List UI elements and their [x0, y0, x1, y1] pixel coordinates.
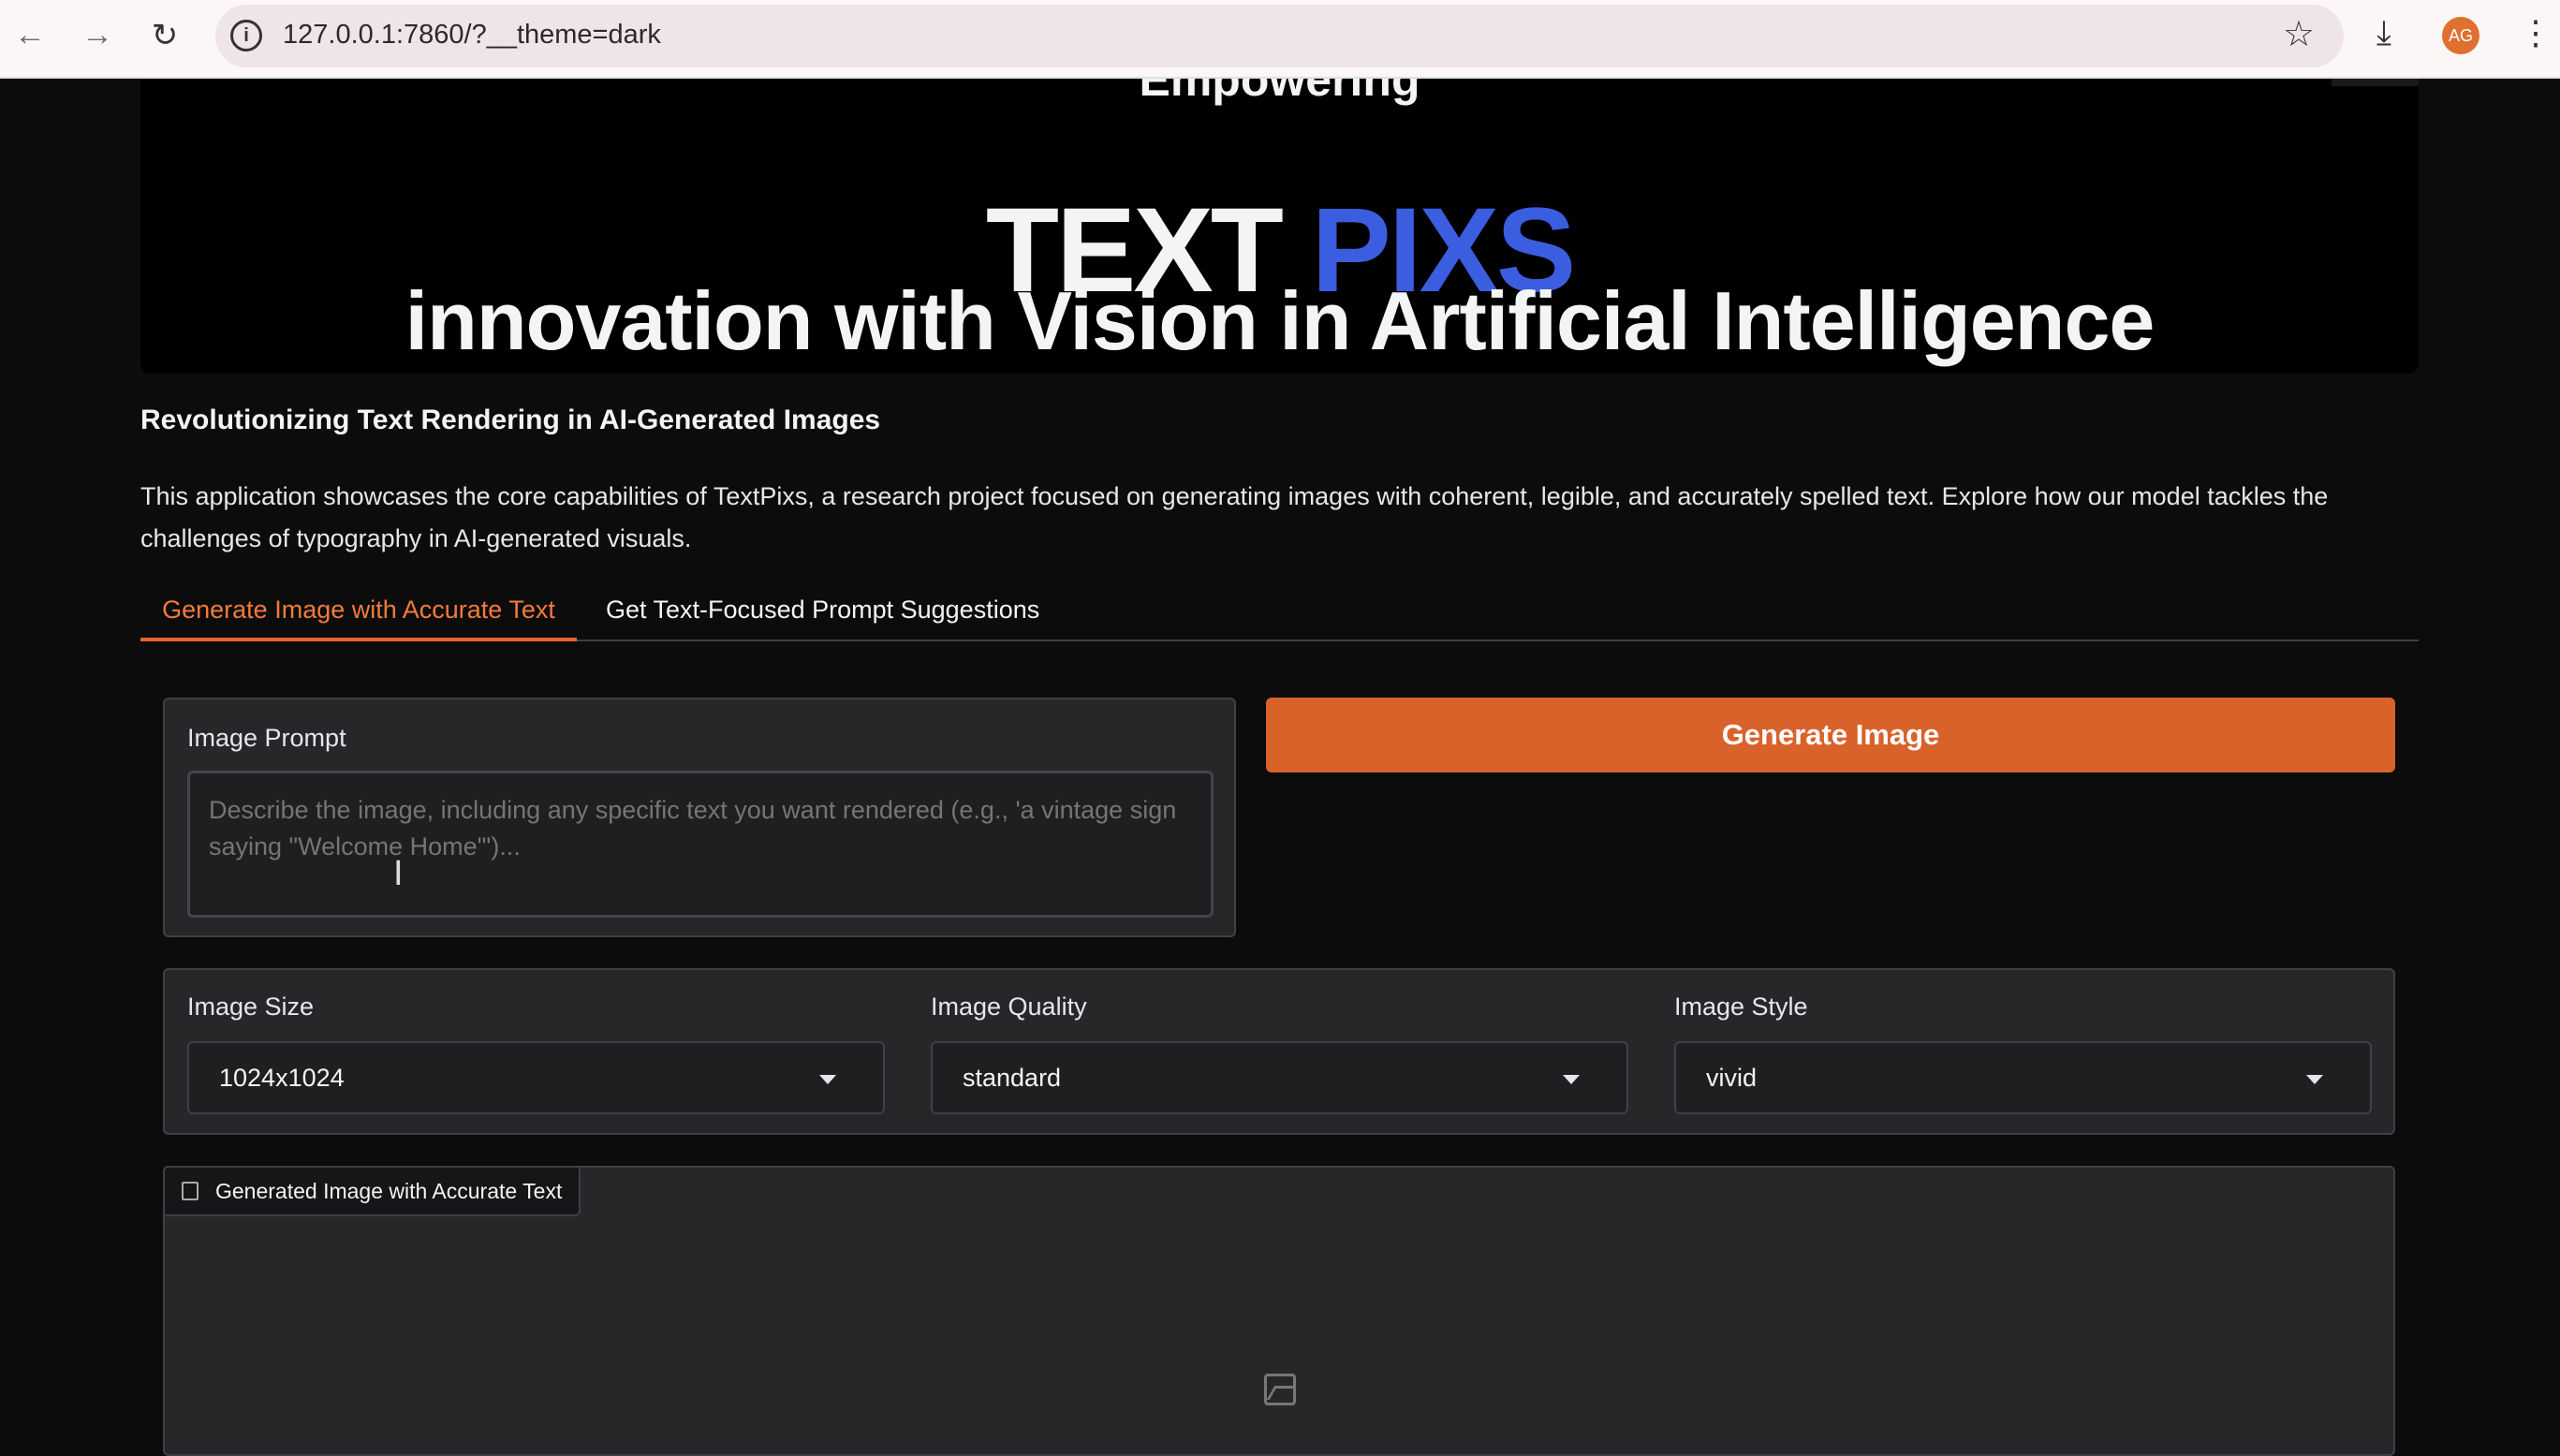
tab-generate-image[interactable]: Generate Image with Accurate Text [140, 588, 577, 641]
image-style-label: Image Style [1674, 993, 1808, 1021]
image-style-value: vivid [1706, 1064, 1758, 1092]
download-icon[interactable]: ⤓ [2376, 13, 2391, 53]
forward-icon[interactable]: → [77, 17, 118, 53]
options-panel: Image Size 1024x1024 Image Quality stand… [163, 968, 2395, 1135]
page-description: This application showcases the core capa… [140, 482, 2329, 552]
browser-toolbar: ← → ↻ i 127.0.0.1:7860/?__theme=dark ☆ ⤓… [0, 0, 2560, 79]
image-quality-select[interactable]: standard [931, 1041, 1628, 1114]
image-quality-value: standard [963, 1064, 1062, 1092]
generated-image-panel: Generated Image with Accurate Text [163, 1166, 2395, 1456]
back-icon[interactable]: ← [9, 17, 51, 53]
hero-banner: Empowering TEXT PIXS innovation with Vis… [140, 79, 2419, 374]
banner-corner-button [2332, 79, 2419, 86]
prompt-input[interactable] [187, 771, 1214, 918]
site-info-icon[interactable]: i [230, 20, 262, 51]
tab-prompt-suggestions[interactable]: Get Text-Focused Prompt Suggestions [606, 596, 1039, 625]
more-menu-icon[interactable]: ⋮ [2519, 13, 2553, 52]
output-label-text: Generated Image with Accurate Text [215, 1179, 563, 1203]
image-quality-label: Image Quality [931, 993, 1087, 1021]
prompt-label: Image Prompt [187, 724, 346, 752]
chevron-down-icon [819, 1075, 836, 1084]
prompt-panel: Image Prompt [163, 698, 1236, 937]
image-style-select[interactable]: vivid [1674, 1041, 2372, 1114]
banner-top-word: Empowering [1139, 79, 1420, 106]
page-heading: Revolutionizing Text Rendering in AI-Gen… [140, 404, 881, 435]
image-icon [182, 1182, 199, 1200]
bookmark-star-icon[interactable]: ☆ [2283, 13, 2315, 55]
url-text[interactable]: 127.0.0.1:7860/?__theme=dark [283, 20, 661, 51]
output-label: Generated Image with Accurate Text [163, 1166, 581, 1216]
reload-icon[interactable]: ↻ [144, 17, 185, 54]
generate-image-button[interactable]: Generate Image [1266, 698, 2395, 772]
text-cursor-icon: I [393, 854, 404, 893]
chevron-down-icon [2306, 1075, 2323, 1084]
image-size-value: 1024x1024 [219, 1064, 345, 1092]
address-bar[interactable]: i 127.0.0.1:7860/?__theme=dark [215, 5, 2344, 67]
image-size-label: Image Size [187, 993, 315, 1021]
chevron-down-icon [1563, 1075, 1580, 1084]
image-placeholder-icon [1264, 1374, 1296, 1405]
avatar[interactable]: AG [2442, 17, 2479, 54]
tab-bar: Generate Image with Accurate Text Get Te… [140, 588, 2419, 641]
image-size-select[interactable]: 1024x1024 [187, 1041, 885, 1114]
banner-tagline: innovation with Vision in Artificial Int… [405, 274, 2155, 367]
